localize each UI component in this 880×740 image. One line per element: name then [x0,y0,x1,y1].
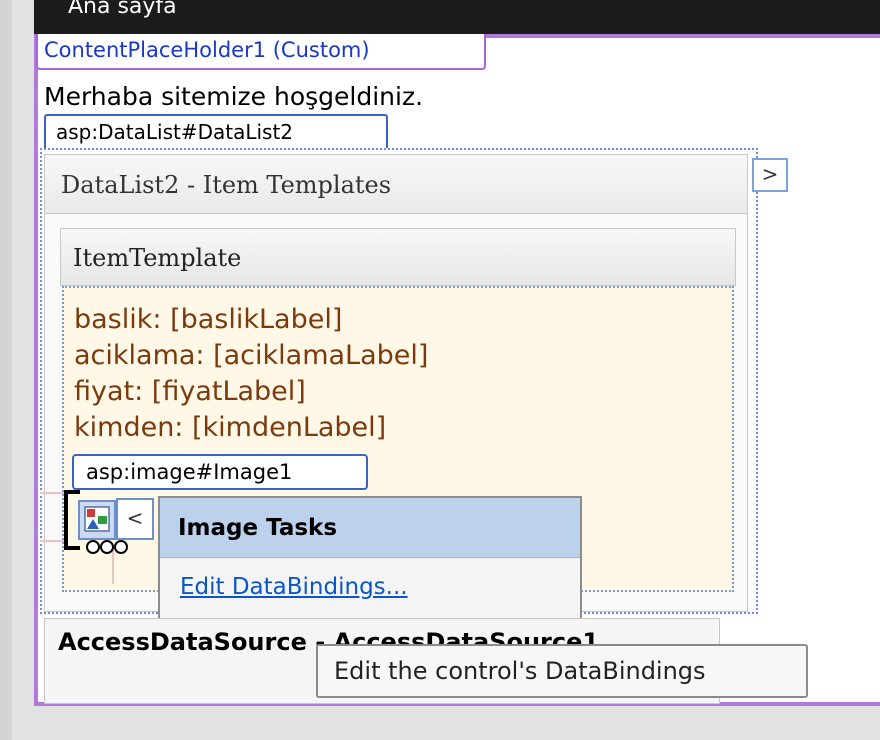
designer-background-bottom [12,706,880,740]
master-page-header-text: Ana sayfa [68,0,177,19]
image-control-tag[interactable]: asp:image#Image1 [72,454,368,490]
designer-left-margin [0,0,12,740]
field-kimden: kimden: [kimdenLabel] [74,412,387,443]
image-tasks-title: Image Tasks [160,498,580,558]
alignment-guide [40,540,64,542]
field-baslik: baslik: [baslikLabel] [74,304,343,335]
welcome-text: Merhaba sitemize hoşgeldiniz. [44,82,424,111]
selection-bracket [64,490,68,550]
selection-bracket-bottom [64,546,80,550]
image-smart-tag-button[interactable]: < [116,498,154,540]
item-templates-header: DataList2 - Item Templates [44,154,748,214]
alignment-guide [40,492,64,494]
edit-databindings-link[interactable]: Edit DataBindings... [180,574,408,600]
resize-handle[interactable] [100,540,114,554]
datalist-tag[interactable]: asp:DataList#DataList2 [44,114,388,150]
field-fiyat: fiyat: [fiyatLabel] [74,376,306,407]
alignment-guide [112,550,114,584]
designer-background [12,0,35,740]
item-template-header: ItemTemplate [60,228,736,286]
datalist-smart-tag-button[interactable]: > [752,158,788,192]
selection-bracket-top [64,490,80,494]
image-placeholder-icon [84,506,110,532]
content-placeholder-tab[interactable]: ContentPlaceHolder1 (Custom) [36,34,486,70]
field-aciklama: aciklama: [aciklamaLabel] [74,340,429,371]
resize-handle[interactable] [114,540,128,554]
databindings-tooltip: Edit the control's DataBindings [316,644,808,698]
resize-handle[interactable] [86,540,100,554]
master-page-header: Ana sayfa [34,0,880,38]
